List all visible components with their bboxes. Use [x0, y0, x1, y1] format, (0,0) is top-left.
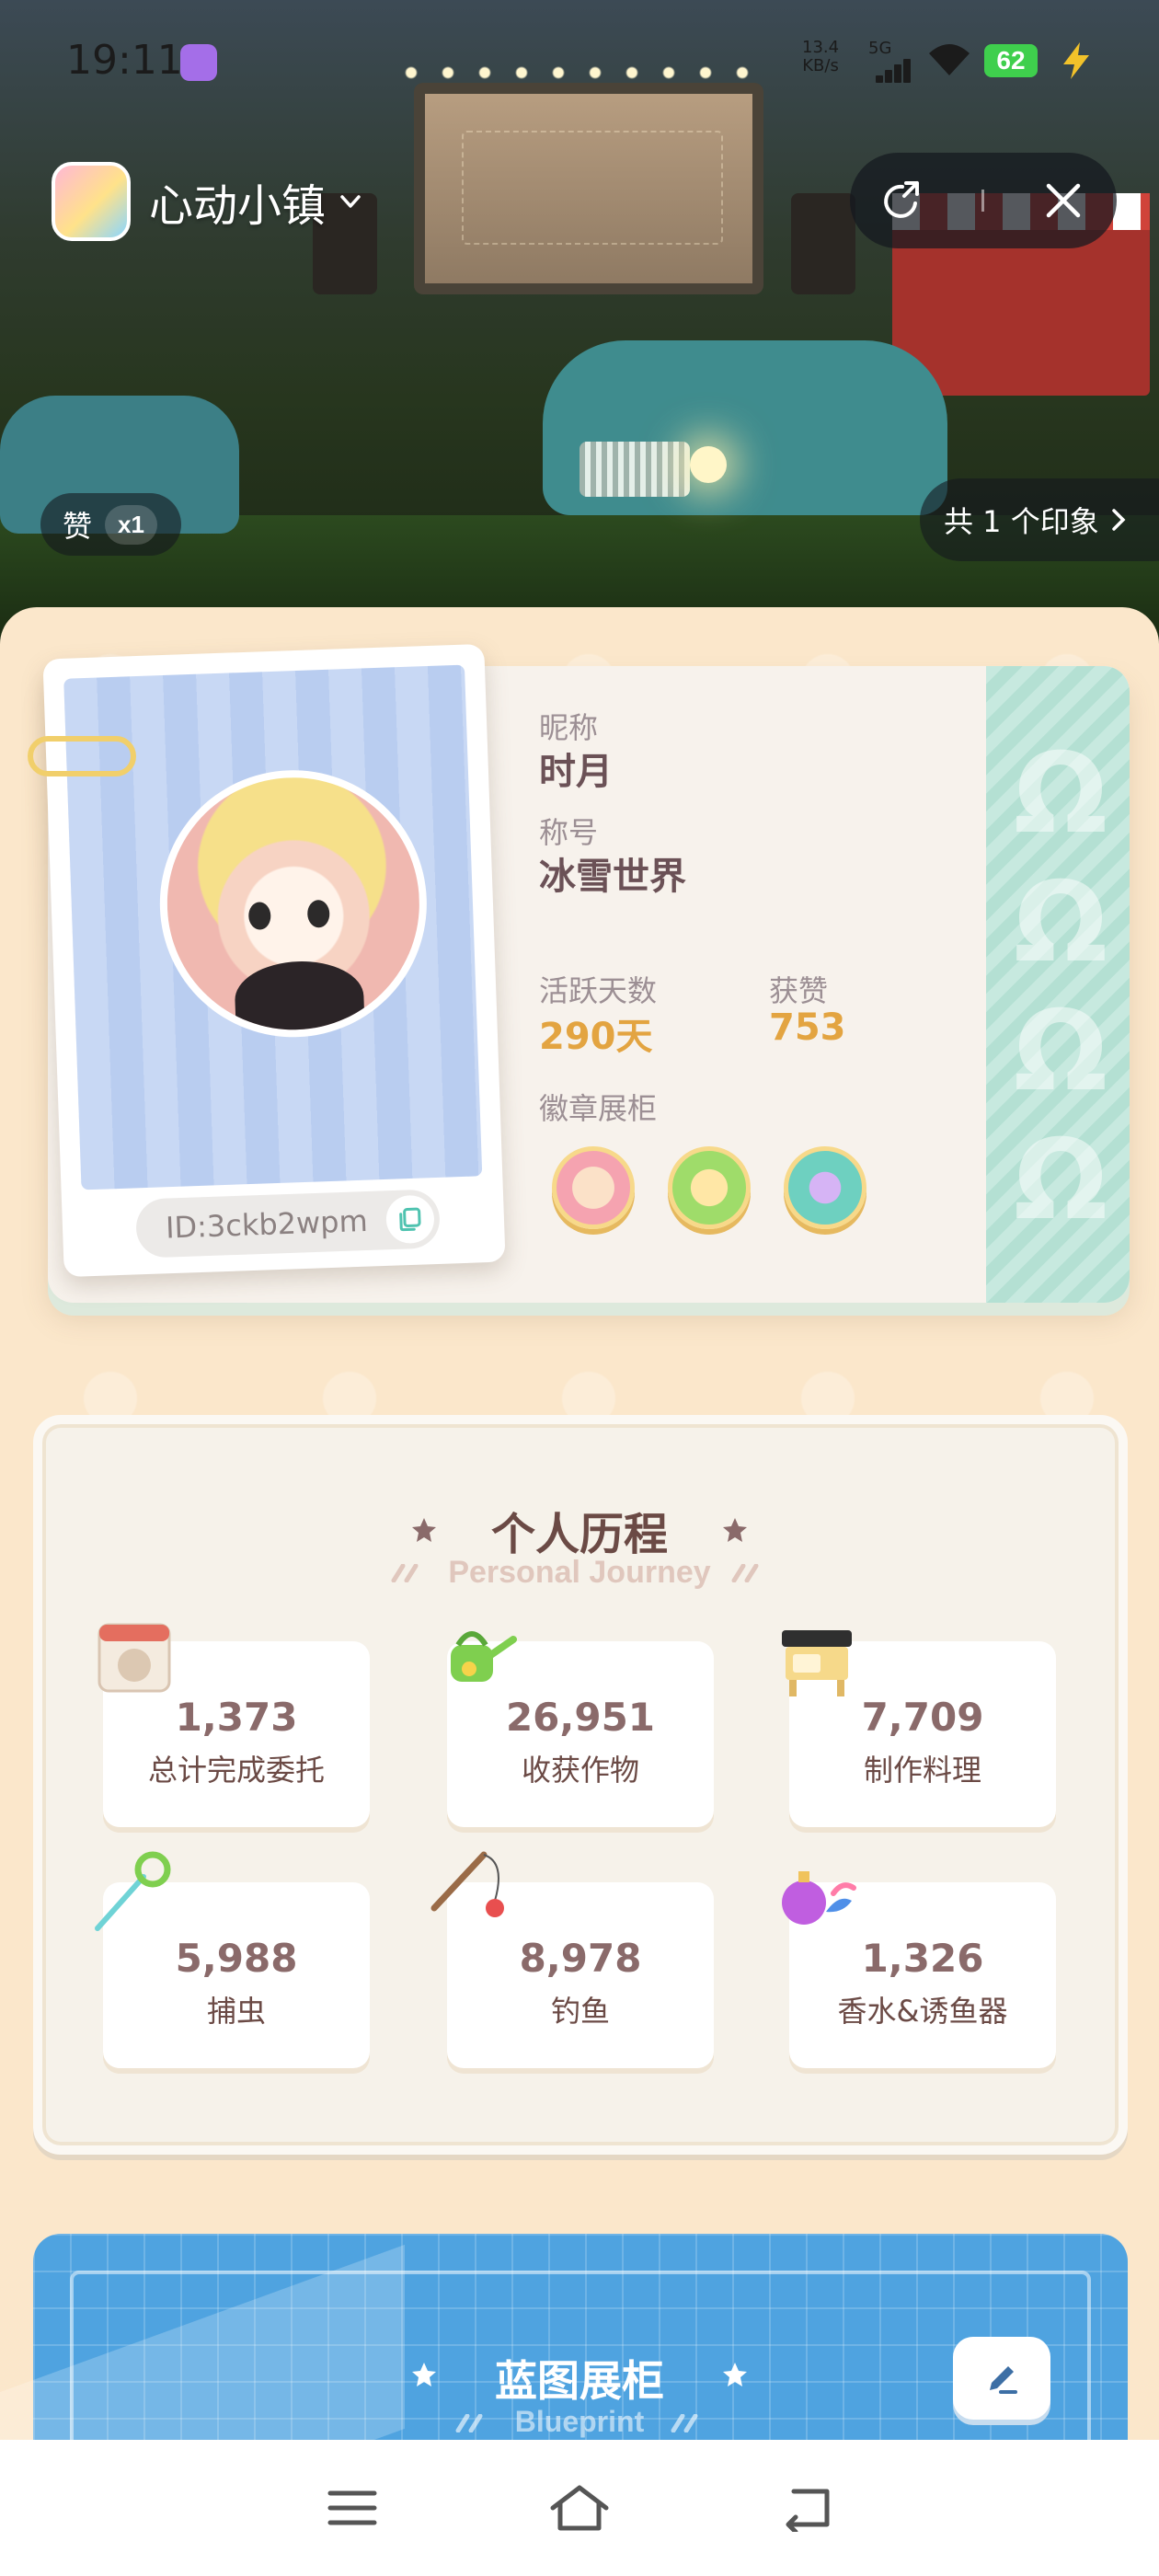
charging-icon [1063, 42, 1089, 79]
network-type: 5G [868, 39, 892, 58]
close-icon [1046, 183, 1081, 218]
like-button[interactable]: 赞 x1 [40, 493, 181, 556]
journey-title: 个人历程 [490, 1509, 668, 1560]
stat-value: 1,326 [861, 1936, 984, 1981]
perfume-icon [782, 1871, 856, 1925]
app-icon[interactable] [52, 162, 131, 241]
user-id-text: ID:3ckb2wpm [165, 1202, 369, 1246]
bug-net-icon [95, 1851, 171, 1931]
stat-value: 26,951 [505, 1695, 656, 1740]
status-app-icon [180, 44, 217, 81]
copy-icon [399, 1207, 421, 1232]
impressions-label: 共 1 个印象 [944, 504, 1099, 539]
capsule-divider [981, 190, 985, 212]
frog-badge[interactable] [668, 1146, 751, 1229]
active-days-label: 活跃天数 [539, 973, 658, 1008]
stat-value: 1,373 [175, 1695, 298, 1740]
avatar-image [163, 773, 424, 1034]
stat-label: 收获作物 [521, 1753, 639, 1788]
home-button[interactable] [543, 2471, 616, 2545]
stat-label: 总计完成委托 [147, 1753, 325, 1788]
fishing-rod-icon [430, 1851, 504, 1917]
speaker-right [791, 193, 855, 294]
impressions-button[interactable]: 共 1 个印象 [920, 478, 1159, 561]
status-bar: 19:11 13.4 KB/s 5G 62 [0, 0, 1159, 110]
mini-program-capsule [850, 153, 1117, 248]
menu-button[interactable] [316, 2471, 389, 2545]
system-nav-bar [0, 2440, 1159, 2576]
share-button[interactable] [876, 173, 931, 228]
nickname-value: 时月 [539, 751, 613, 793]
card-tab-decor: ΩΩΩΩ [1013, 730, 1107, 1245]
stove-icon [782, 1630, 852, 1696]
stat-label: 制作料理 [863, 1753, 981, 1788]
star-icon [723, 1518, 747, 1542]
stat-value: 8,978 [519, 1936, 642, 1981]
cake-badge[interactable] [552, 1146, 635, 1229]
chevron-right-icon [1111, 509, 1126, 531]
active-days-value: 290天 [539, 1016, 653, 1058]
stat-label: 捕虫 [206, 1994, 266, 2029]
net-speed: 13.4 KB/s [802, 38, 840, 75]
paperclip-icon [28, 736, 136, 776]
bubbles-badge[interactable] [784, 1146, 866, 1229]
edit-blueprint-button[interactable] [953, 2337, 1050, 2420]
pencil-icon [990, 2366, 1017, 2394]
battery-indicator: 62 [984, 44, 1038, 77]
share-icon [883, 181, 919, 218]
slash-decor [671, 2414, 698, 2432]
journey-subtitle: Personal Journey [448, 1555, 711, 1590]
user-id-pill: ID:3ckb2wpm [134, 1189, 442, 1259]
car-right [543, 340, 947, 515]
chevron-down-icon[interactable] [339, 190, 362, 213]
app-header[interactable]: 心动小镇 [52, 160, 362, 243]
stat-value: 5,988 [175, 1936, 298, 1981]
like-label: 赞 [63, 509, 93, 544]
close-button[interactable] [1036, 173, 1091, 228]
slash-decor [731, 1564, 759, 1582]
likes-label: 获赞 [769, 973, 829, 1008]
stat-value: 7,709 [861, 1695, 984, 1740]
back-icon [786, 2489, 830, 2532]
wifi-icon [929, 44, 970, 75]
calendar-icon [98, 1623, 171, 1693]
like-count: x1 [105, 504, 157, 545]
back-button[interactable] [770, 2471, 843, 2545]
app-title[interactable]: 心动小镇 [149, 169, 326, 234]
menu-icon [327, 2490, 377, 2525]
title-value: 冰雪世界 [539, 856, 686, 898]
home-icon [550, 2485, 609, 2531]
badges-label: 徽章展柜 [539, 1091, 658, 1126]
stat-label: 香水&诱鱼器 [837, 1994, 1008, 2029]
copy-id-button[interactable] [385, 1194, 435, 1245]
star-icon [723, 2363, 747, 2386]
status-time: 19:11 [66, 37, 183, 84]
signal-icon [872, 57, 912, 83]
likes-value: 753 [769, 1006, 846, 1049]
movie-screen [414, 83, 763, 294]
watering-can-icon [451, 1631, 517, 1682]
stat-label: 钓鱼 [550, 1994, 610, 2029]
card-side-tab: ΩΩΩΩ [986, 666, 1130, 1303]
